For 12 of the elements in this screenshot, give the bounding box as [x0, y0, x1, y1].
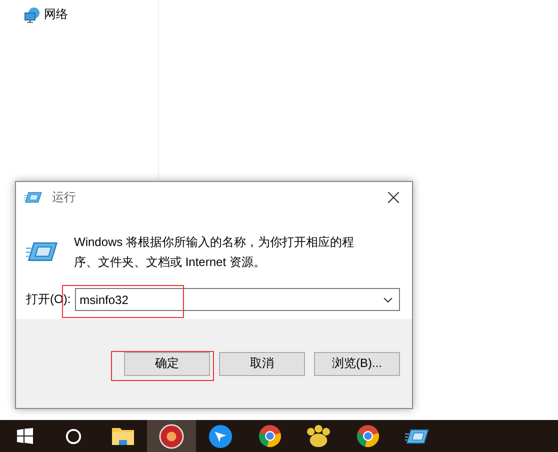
window-title: 运行 [52, 188, 77, 206]
dialog-button[interactable]: 取消 [219, 352, 305, 376]
app-icon[interactable] [147, 420, 196, 452]
chevron-icon[interactable] [383, 296, 393, 302]
sidebar-item[interactable]: 网络 [44, 6, 68, 23]
dialog-button[interactable]: 确定 [124, 352, 210, 376]
run-icon [24, 191, 42, 203]
open-combobox[interactable]: msinfo32 [74, 288, 400, 311]
dialog-button[interactable]: 浏览(B)... [314, 352, 400, 376]
description-text: Windows 将根据你所输入的名称，为你打开相应的程序、文件夹、文档或 Internet 资源。 [74, 234, 356, 271]
close-icon[interactable] [388, 192, 398, 202]
network-icon [24, 6, 40, 22]
